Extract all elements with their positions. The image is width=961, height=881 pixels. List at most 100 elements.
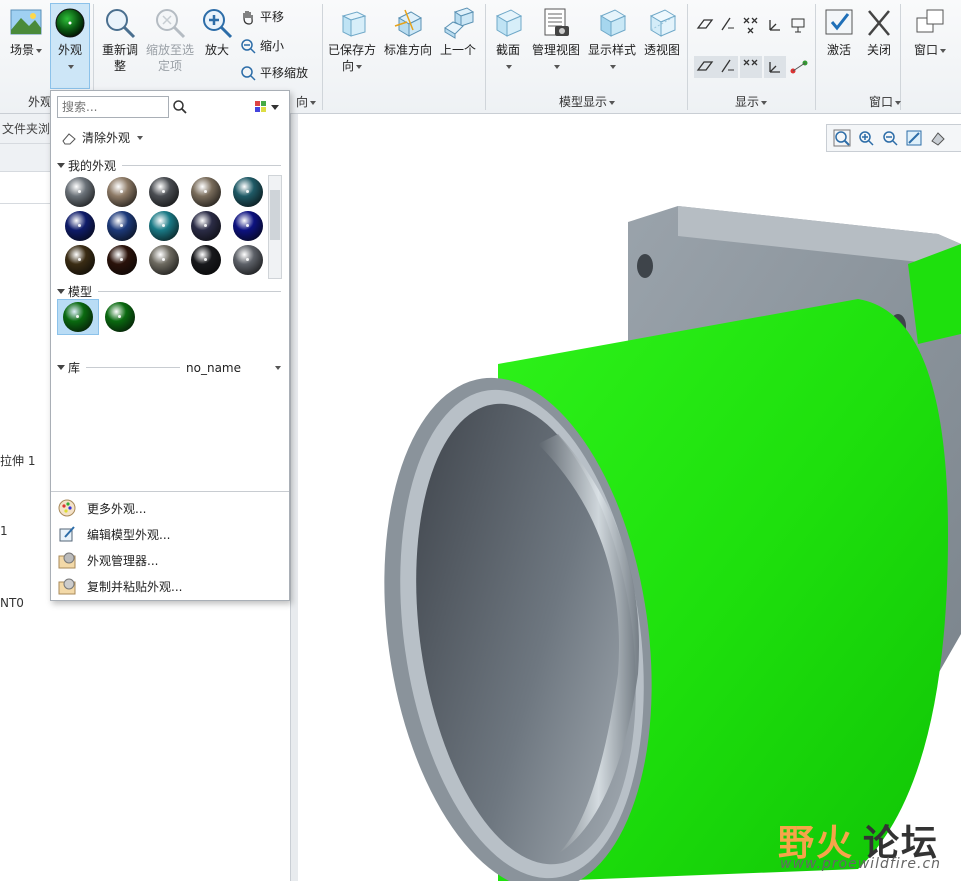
pan-zoom-icon: [241, 65, 256, 81]
perspective-button[interactable]: 透视图: [640, 6, 684, 58]
appearance-swatch[interactable]: [233, 211, 263, 241]
coordinate-system-display-icon[interactable]: [764, 14, 786, 36]
appearance-swatch[interactable]: [107, 245, 137, 275]
display-style-icon: [599, 9, 627, 37]
appearance-manager-icon: [58, 552, 76, 569]
appearance-search-input[interactable]: [57, 96, 169, 118]
previous-orientation-button[interactable]: 上一个: [436, 6, 480, 58]
edit-model-appearance-menu-item[interactable]: 编辑模型外观...: [57, 524, 170, 544]
spin-center-display-icon[interactable]: [788, 56, 810, 78]
display-group-label[interactable]: 显示: [690, 92, 812, 112]
scene-button[interactable]: 场景: [4, 6, 48, 58]
display-style-icon[interactable]: [929, 129, 947, 147]
zoom-to-selected-button[interactable]: 缩放至选 定项: [144, 6, 196, 74]
zoom-out-button[interactable]: 缩小: [240, 37, 284, 54]
window-group-label[interactable]: 窗口: [818, 92, 952, 112]
appearance-swatch[interactable]: [149, 177, 179, 207]
datum-axis-display-icon[interactable]: [716, 14, 738, 36]
clear-appearance-button[interactable]: 清除外观: [61, 129, 144, 146]
appearance-swatch[interactable]: [65, 211, 95, 241]
library-name: no_name: [186, 360, 241, 375]
datum-point-display-icon[interactable]: [740, 14, 762, 36]
mounting-hole: [637, 254, 653, 278]
edit-appearance-icon: [59, 526, 75, 542]
appearance-button[interactable]: 外观: [50, 6, 90, 74]
saved-orientations-button[interactable]: 已保存方向: [326, 6, 378, 74]
separator: [815, 4, 816, 110]
my-appearances-swatch-grid: [61, 175, 265, 279]
zoom-in-icon[interactable]: [857, 129, 875, 147]
collapse-icon: [57, 365, 65, 370]
appearance-manager-menu-item[interactable]: 外观管理器...: [57, 550, 158, 570]
section-icon: [495, 9, 523, 37]
datum-plane-display-icon[interactable]: [694, 14, 716, 36]
appearance-swatch[interactable]: [149, 211, 179, 241]
point-tag-display-icon[interactable]: [740, 56, 762, 78]
library-header[interactable]: 库 no_name: [57, 359, 281, 376]
appearance-swatch[interactable]: [233, 177, 263, 207]
close-window-button[interactable]: 关闭: [860, 6, 898, 58]
eraser-icon: [62, 132, 76, 144]
appearance-swatch[interactable]: [191, 211, 221, 241]
separator: [485, 4, 486, 110]
appearance-swatch[interactable]: [191, 177, 221, 207]
regenerate-button[interactable]: 重新调整: [96, 6, 144, 74]
appearance-swatch[interactable]: [107, 211, 137, 241]
orientation-group-label[interactable]: 向: [292, 92, 320, 112]
model-appearance-swatch[interactable]: [63, 302, 93, 332]
appearance-swatch[interactable]: [65, 245, 95, 275]
menu-divider: [51, 491, 289, 492]
display-style-button[interactable]: 显示样式: [586, 6, 638, 74]
standard-orientation-button[interactable]: 标准方向: [382, 6, 434, 58]
refit-icon[interactable]: [833, 129, 851, 147]
manage-views-button[interactable]: 管理视图: [530, 6, 582, 74]
separator: [322, 4, 323, 110]
chevron-down-icon[interactable]: [275, 365, 281, 370]
more-appearances-menu-item[interactable]: 更多外观...: [57, 498, 146, 518]
activate-button[interactable]: 激活: [820, 6, 858, 58]
palette-icon: [58, 499, 76, 517]
graphics-viewport[interactable]: 野火 论坛 www.proewildfire.cn: [298, 114, 961, 881]
window-switch-button[interactable]: 窗口: [906, 6, 954, 58]
section-button[interactable]: 截面: [490, 6, 526, 74]
appearance-swatch[interactable]: [149, 245, 179, 275]
swatch-scrollbar[interactable]: [268, 175, 282, 279]
previous-view-icon: [444, 7, 475, 39]
axis-tag-display-icon[interactable]: [716, 56, 738, 78]
collapse-icon: [57, 289, 65, 294]
hand-icon: [243, 10, 253, 25]
model-3d-render: [384, 206, 961, 881]
panel-splitter[interactable]: [291, 114, 298, 881]
tree-item-point[interactable]: NT0: [0, 596, 24, 610]
annotation-display-icon[interactable]: [788, 14, 810, 36]
model-display-group-label[interactable]: 模型显示: [490, 92, 684, 112]
model-appearances-header[interactable]: 模型: [57, 283, 281, 300]
tree-item-extrude[interactable]: 拉伸 1: [0, 452, 35, 469]
csys-tag-display-icon[interactable]: [764, 56, 786, 78]
zoom-selected-icon: [156, 9, 186, 39]
filter-icon[interactable]: [254, 100, 280, 114]
appearance-group-label: 外观: [28, 95, 53, 109]
zoom-in-button[interactable]: 放大: [198, 6, 236, 58]
repaint-icon[interactable]: [905, 129, 923, 147]
appearance-swatch[interactable]: [233, 245, 263, 275]
appearance-swatch[interactable]: [191, 245, 221, 275]
my-appearances-header[interactable]: 我的外观: [57, 157, 281, 174]
copy-paste-appearance-menu-item[interactable]: 复制并粘贴外观...: [57, 576, 182, 596]
tree-item[interactable]: 1: [0, 524, 8, 538]
zoom-out-icon[interactable]: [881, 129, 899, 147]
copy-paste-icon: [58, 578, 76, 595]
plane-tag-display-icon[interactable]: [694, 56, 716, 78]
manage-views-icon: [544, 8, 569, 36]
pan-button[interactable]: 平移: [240, 8, 284, 25]
appearance-swatch[interactable]: [107, 177, 137, 207]
collapse-icon: [57, 163, 65, 168]
pan-zoom-button[interactable]: 平移缩放: [240, 64, 308, 81]
model-appearance-swatch[interactable]: [105, 302, 135, 332]
appearance-sphere-icon: [55, 8, 85, 38]
scene-icon: [10, 9, 42, 35]
windows-icon: [916, 9, 944, 33]
search-icon[interactable]: [172, 99, 188, 115]
appearance-gallery-dropdown: 清除外观 我的外观 模型 库 no_name 更多外观...: [50, 90, 290, 601]
appearance-swatch[interactable]: [65, 177, 95, 207]
